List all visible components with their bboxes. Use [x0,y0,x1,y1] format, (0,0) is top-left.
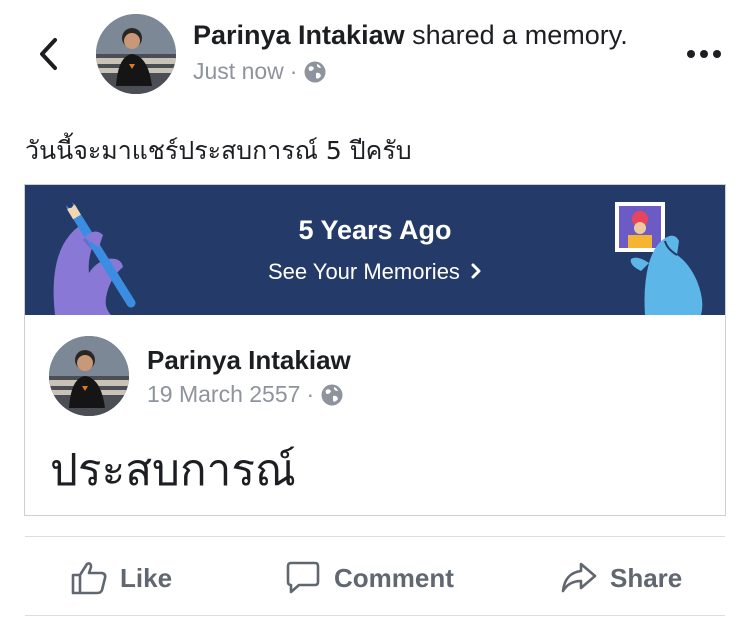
share-label: Share [610,562,683,593]
like-button[interactable]: Like [70,556,172,600]
original-post-date[interactable]: 19 March 2557 [147,381,300,408]
comment-label: Comment [334,562,454,593]
divider-bottom [25,615,725,616]
thumbs-up-icon [71,562,107,595]
see-memories-label: See Your Memories [267,259,460,284]
original-post-author[interactable]: Parinya Intakiaw [147,345,351,376]
avatar-photo [49,336,129,416]
back-button[interactable] [28,32,68,76]
meta-separator: · [306,381,315,407]
author-avatar[interactable] [96,14,176,94]
original-post-avatar[interactable] [49,336,129,416]
memories-banner[interactable]: 5 Years Ago See Your Memories [25,185,725,315]
more-options-button[interactable] [682,40,726,68]
post-meta: Just now · [193,58,327,85]
original-post-text: ประสบการณ์ [50,445,296,496]
memory-card[interactable]: 5 Years Ago See Your Memories Parinya In… [24,184,726,516]
comment-button[interactable]: Comment [284,556,454,600]
comment-icon [286,561,320,594]
globe-icon [321,384,343,405]
chevron-left-icon [40,38,57,70]
post-caption: วันนี้จะมาแชร์ประสบการณ์ 5 ปีครับ [25,136,412,165]
see-memories-link[interactable]: See Your Memories [25,259,725,285]
post-header-line: Parinya Intakiaw shared a memory. [193,20,628,51]
memories-banner-title: 5 Years Ago [298,215,452,245]
share-arrow-icon [561,562,597,593]
more-dots-icon [687,50,721,58]
share-button[interactable]: Share [560,556,682,600]
author-name-link[interactable]: Parinya Intakiaw [193,20,405,50]
post-timestamp[interactable]: Just now [193,58,284,85]
divider-top [25,536,725,537]
meta-separator: · [289,58,298,84]
original-post-meta: 19 March 2557 · [147,381,344,408]
like-label: Like [120,562,173,593]
globe-icon[interactable] [303,60,327,84]
chevron-right-icon [471,263,481,279]
post-action-text: shared a memory. [412,20,628,50]
banner-illustration [53,202,703,315]
avatar-photo [96,14,176,94]
